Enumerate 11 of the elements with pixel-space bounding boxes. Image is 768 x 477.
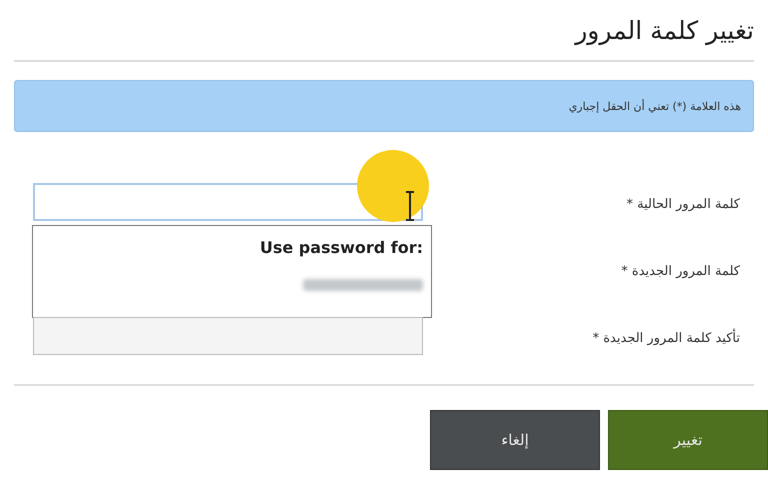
popup-heading: Use password for: — [260, 238, 423, 257]
cancel-button[interactable]: إلغاء — [430, 410, 600, 470]
blurred-account-entry[interactable] — [303, 279, 423, 291]
password-field[interactable] — [33, 317, 423, 355]
notice-banner: هذه العلامة (*) تعني أن الحقل إجباري — [14, 80, 754, 132]
field-label: كلمة المرور الجديدة * — [621, 264, 740, 278]
change-button[interactable]: تغيير — [608, 410, 768, 470]
field-label: كلمة المرور الحالية * — [626, 196, 740, 212]
cursor-highlight-overlay — [357, 150, 429, 222]
page-title: تغيير كلمة المرور — [575, 16, 754, 45]
field-label: تأكيد كلمة المرور الجديدة * — [592, 330, 740, 346]
